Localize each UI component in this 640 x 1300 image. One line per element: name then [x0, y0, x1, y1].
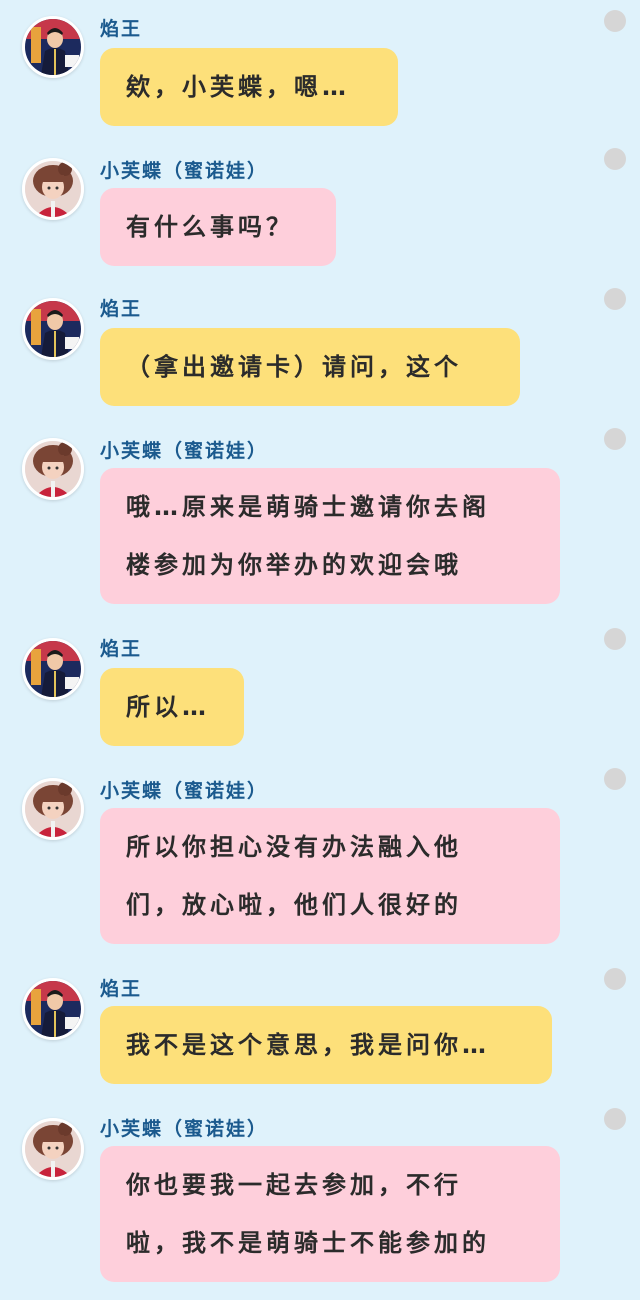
- message-bubble[interactable]: 你也要我一起去参加，不行 啦，我不是萌骑士不能参加的: [100, 1146, 560, 1282]
- message-bubble[interactable]: 欸，小芙蝶，嗯…: [100, 48, 398, 126]
- message-bubble[interactable]: （拿出邀请卡）请问，这个: [100, 328, 520, 406]
- chat-container: 焰王 欸，小芙蝶，嗯… 小芙蝶（蜜诺娃） 有什么事吗？ 焰王 （拿出邀请卡）请问…: [0, 0, 640, 1300]
- avatar-xiaofudie-icon[interactable]: [22, 778, 84, 840]
- avatar-yanwang-icon[interactable]: [22, 298, 84, 360]
- avatar-yanwang-icon[interactable]: [22, 638, 84, 700]
- circle-dot-icon[interactable]: [604, 628, 626, 650]
- message-row: 焰王 欸，小芙蝶，嗯…: [0, 0, 640, 140]
- circle-dot-icon[interactable]: [604, 148, 626, 170]
- message-row: 小芙蝶（蜜诺娃） 你也要我一起去参加，不行 啦，我不是萌骑士不能参加的: [0, 1100, 640, 1300]
- message-row: 小芙蝶（蜜诺娃） 哦…原来是萌骑士邀请你去阁 楼参加为你举办的欢迎会哦: [0, 420, 640, 620]
- message-bubble[interactable]: 有什么事吗？: [100, 188, 336, 266]
- circle-dot-icon[interactable]: [604, 968, 626, 990]
- circle-dot-icon[interactable]: [604, 768, 626, 790]
- sender-name: 焰王: [100, 18, 143, 40]
- circle-dot-icon[interactable]: [604, 10, 626, 32]
- sender-name: 焰王: [100, 298, 143, 320]
- message-row: 焰王 我不是这个意思，我是问你…: [0, 960, 640, 1100]
- message-row: 焰王 （拿出邀请卡）请问，这个: [0, 280, 640, 420]
- avatar-xiaofudie-icon[interactable]: [22, 1118, 84, 1180]
- message-row: 焰王 所以…: [0, 620, 640, 760]
- message-bubble[interactable]: 我不是这个意思，我是问你…: [100, 1006, 552, 1084]
- sender-name: 焰王: [100, 978, 143, 1000]
- sender-name: 小芙蝶（蜜诺娃）: [100, 780, 269, 802]
- message-bubble[interactable]: 所以你担心没有办法融入他 们，放心啦，他们人很好的: [100, 808, 560, 944]
- avatar-yanwang-icon[interactable]: [22, 16, 84, 78]
- message-bubble[interactable]: 哦…原来是萌骑士邀请你去阁 楼参加为你举办的欢迎会哦: [100, 468, 560, 604]
- message-row: 小芙蝶（蜜诺娃） 有什么事吗？: [0, 140, 640, 280]
- circle-dot-icon[interactable]: [604, 288, 626, 310]
- sender-name: 焰王: [100, 638, 143, 660]
- circle-dot-icon[interactable]: [604, 1108, 626, 1130]
- sender-name: 小芙蝶（蜜诺娃）: [100, 160, 269, 182]
- message-row: 小芙蝶（蜜诺娃） 所以你担心没有办法融入他 们，放心啦，他们人很好的: [0, 760, 640, 960]
- sender-name: 小芙蝶（蜜诺娃）: [100, 1118, 269, 1140]
- circle-dot-icon[interactable]: [604, 428, 626, 450]
- avatar-yanwang-icon[interactable]: [22, 978, 84, 1040]
- avatar-xiaofudie-icon[interactable]: [22, 158, 84, 220]
- sender-name: 小芙蝶（蜜诺娃）: [100, 440, 269, 462]
- message-bubble[interactable]: 所以…: [100, 668, 244, 746]
- avatar-xiaofudie-icon[interactable]: [22, 438, 84, 500]
